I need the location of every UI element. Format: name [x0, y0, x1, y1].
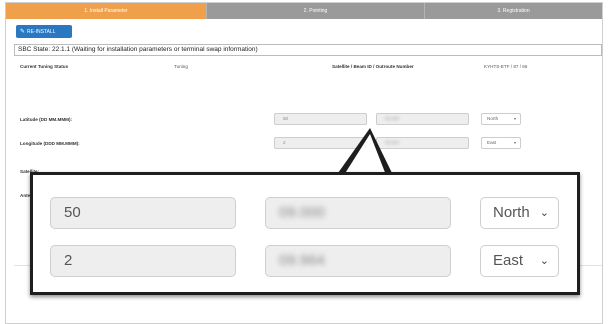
chevron-down-icon: ⌄ [539, 207, 549, 219]
latitude-hemisphere-select[interactable]: North ⌄ [480, 197, 559, 229]
zoom-callout: 50 09.000 North ⌄ 2 09.964 East ⌄ [30, 172, 580, 295]
longitude-minutes-input[interactable]: 09.964 [265, 245, 451, 277]
chevron-down-icon: ⌄ [539, 255, 549, 267]
latitude-minutes-input[interactable]: 09.000 [265, 197, 451, 229]
latitude-degrees-input[interactable]: 50 [50, 197, 236, 229]
longitude-hemisphere-select[interactable]: East ⌄ [480, 245, 559, 277]
longitude-degrees-input[interactable]: 2 [50, 245, 236, 277]
